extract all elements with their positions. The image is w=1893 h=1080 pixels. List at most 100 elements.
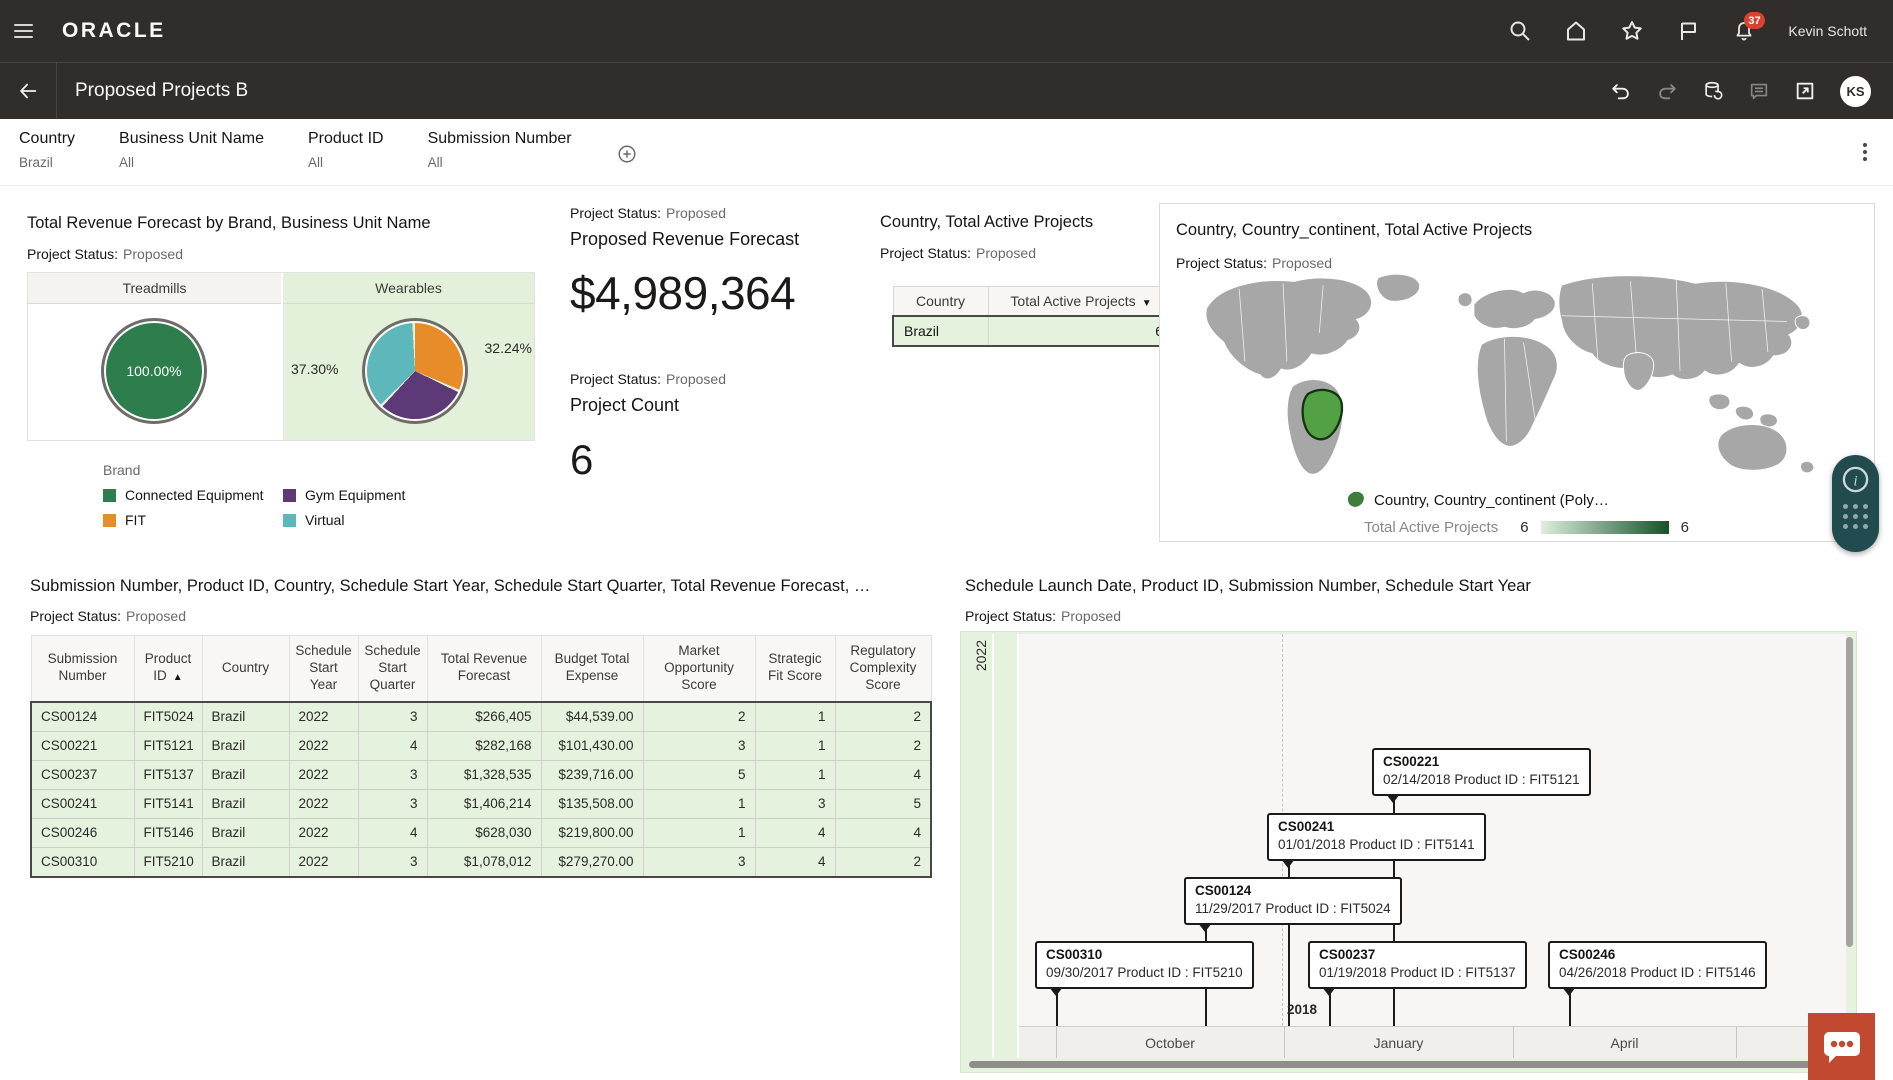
table-cell[interactable]: 3 [755, 789, 835, 818]
column-header-budget-total-expense[interactable]: Budget Total Expense [541, 636, 643, 702]
table-cell[interactable]: 1 [643, 789, 755, 818]
table-row[interactable]: CS00237FIT5137Brazil20223$1,328,535$239,… [31, 760, 931, 789]
announcements-flag-icon[interactable] [1676, 19, 1700, 43]
table-cell[interactable]: CS00241 [31, 789, 134, 818]
home-icon[interactable] [1564, 19, 1588, 43]
table-cell[interactable]: 5 [643, 760, 755, 789]
table-cell[interactable]: Brazil [202, 731, 289, 760]
table-cell[interactable]: 3 [358, 760, 427, 789]
table-cell[interactable]: 2022 [289, 731, 358, 760]
column-header-market-opportunity-score[interactable]: Market Opportunity Score [643, 636, 755, 702]
search-icon[interactable] [1508, 19, 1532, 43]
table-cell[interactable]: 3 [643, 731, 755, 760]
user-name[interactable]: Kevin Schott [1788, 23, 1867, 39]
table-cell[interactable]: 2022 [289, 702, 358, 732]
table-cell[interactable]: 2 [835, 847, 931, 877]
table-row[interactable]: Brazil 6 [893, 316, 1174, 346]
table-cell[interactable]: CS00124 [31, 702, 134, 732]
table-cell[interactable]: 4 [835, 818, 931, 847]
table-cell[interactable]: FIT5210 [134, 847, 202, 877]
table-cell[interactable]: Brazil [202, 847, 289, 877]
table-cell[interactable]: 1 [643, 818, 755, 847]
refresh-data-icon[interactable] [1702, 80, 1724, 102]
table-cell[interactable]: 4 [358, 818, 427, 847]
table-cell[interactable]: $1,078,012 [427, 847, 541, 877]
table-cell[interactable]: 4 [755, 818, 835, 847]
table-cell[interactable]: 2 [835, 702, 931, 732]
column-header-regulatory-complexity-score[interactable]: Regulatory Complexity Score [835, 636, 931, 702]
legend-item[interactable]: Virtual [283, 512, 547, 528]
table-cell[interactable]: $1,328,535 [427, 760, 541, 789]
table-cell[interactable]: FIT5141 [134, 789, 202, 818]
timeline-callout-cs00241[interactable]: CS00241 01/01/2018 Product ID : FIT5141 [1267, 813, 1486, 861]
add-filter-plus-icon[interactable] [616, 143, 638, 165]
column-header-total-active-projects[interactable]: Total Active Projects▼ [988, 287, 1174, 317]
hamburger-menu-icon[interactable] [0, 0, 46, 62]
canvas-menu-kebab-icon[interactable] [1863, 143, 1867, 161]
grid-dots-icon[interactable] [1843, 504, 1869, 530]
table-cell[interactable]: 3 [358, 702, 427, 732]
timeline-callout-cs00124[interactable]: CS00124 11/29/2017 Product ID : FIT5024 [1184, 877, 1402, 925]
timeline-plot-area[interactable]: CS00221 02/14/2018 Product ID : FIT5121 … [1019, 634, 1846, 1058]
pie-chart-wearables[interactable] [362, 318, 468, 424]
column-header-schedule-start-year[interactable]: Schedule Start Year [289, 636, 358, 702]
timeline-callout-cs00246[interactable]: CS00246 04/26/2018 Product ID : FIT5146 [1548, 941, 1767, 989]
world-map[interactable] [1180, 266, 1848, 478]
table-cell[interactable]: $279,270.00 [541, 847, 643, 877]
table-cell[interactable]: 3 [358, 789, 427, 818]
table-cell[interactable]: 3 [358, 847, 427, 877]
redo-button[interactable] [1656, 80, 1678, 102]
table-cell[interactable]: 2022 [289, 760, 358, 789]
column-header-strategic-fit-score[interactable]: Strategic Fit Score [755, 636, 835, 702]
table-cell[interactable]: 1 [755, 760, 835, 789]
comments-icon[interactable] [1748, 80, 1770, 102]
timeline-callout-cs00310[interactable]: CS00310 09/30/2017 Product ID : FIT5210 [1035, 941, 1254, 989]
table-cell[interactable]: 2 [835, 731, 931, 760]
table-cell[interactable]: $628,030 [427, 818, 541, 847]
table-cell[interactable]: $219,800.00 [541, 818, 643, 847]
table-cell[interactable]: 6 [988, 316, 1174, 346]
table-cell[interactable]: Brazil [202, 702, 289, 732]
table-cell[interactable]: CS00237 [31, 760, 134, 789]
timeline-callout-cs00237[interactable]: CS00237 01/19/2018 Product ID : FIT5137 [1308, 941, 1527, 989]
column-header-country[interactable]: Country [893, 287, 988, 317]
table-cell[interactable]: $135,508.00 [541, 789, 643, 818]
table-cell[interactable]: 2022 [289, 818, 358, 847]
map-tools-pill[interactable]: i [1832, 455, 1879, 552]
table-cell[interactable]: FIT5024 [134, 702, 202, 732]
vertical-scrollbar[interactable] [1846, 637, 1853, 947]
table-cell[interactable]: 2022 [289, 789, 358, 818]
legend-item[interactable]: Gym Equipment [283, 487, 547, 503]
table-cell[interactable]: 4 [835, 760, 931, 789]
table-cell[interactable]: $44,539.00 [541, 702, 643, 732]
table-cell[interactable]: $1,406,214 [427, 789, 541, 818]
filter-product-id[interactable]: Product ID All [308, 130, 384, 170]
user-avatar[interactable]: KS [1840, 76, 1871, 107]
back-button[interactable] [0, 63, 57, 119]
table-cell[interactable]: 1 [755, 702, 835, 732]
open-in-window-icon[interactable] [1794, 80, 1816, 102]
table-cell[interactable]: FIT5121 [134, 731, 202, 760]
table-cell[interactable]: 1 [755, 731, 835, 760]
table-cell[interactable]: Brazil [202, 818, 289, 847]
table-cell[interactable]: $266,405 [427, 702, 541, 732]
table-cell[interactable]: 2022 [289, 847, 358, 877]
column-header-country[interactable]: Country [202, 636, 289, 702]
table-cell[interactable]: FIT5146 [134, 818, 202, 847]
table-row[interactable]: CS00124FIT5024Brazil20223$266,405$44,539… [31, 702, 931, 732]
table-cell[interactable]: CS00246 [31, 818, 134, 847]
table-cell[interactable]: FIT5137 [134, 760, 202, 789]
table-row[interactable]: CS00310FIT5210Brazil20223$1,078,012$279,… [31, 847, 931, 877]
table-cell[interactable]: Brazil [202, 789, 289, 818]
favorites-star-icon[interactable] [1620, 19, 1644, 43]
pie-chart-treadmills[interactable]: 100.00% [101, 318, 207, 424]
notifications-bell-icon[interactable]: 37 [1732, 19, 1756, 43]
table-cell[interactable]: Brazil [202, 760, 289, 789]
column-header-schedule-start-quarter[interactable]: Schedule Start Quarter [358, 636, 427, 702]
table-cell[interactable]: 3 [643, 847, 755, 877]
chat-assistant-button[interactable] [1808, 1013, 1875, 1080]
table-cell[interactable]: 5 [835, 789, 931, 818]
table-cell[interactable]: CS00221 [31, 731, 134, 760]
filter-country[interactable]: Country Brazil [19, 130, 75, 170]
table-cell[interactable]: 4 [358, 731, 427, 760]
